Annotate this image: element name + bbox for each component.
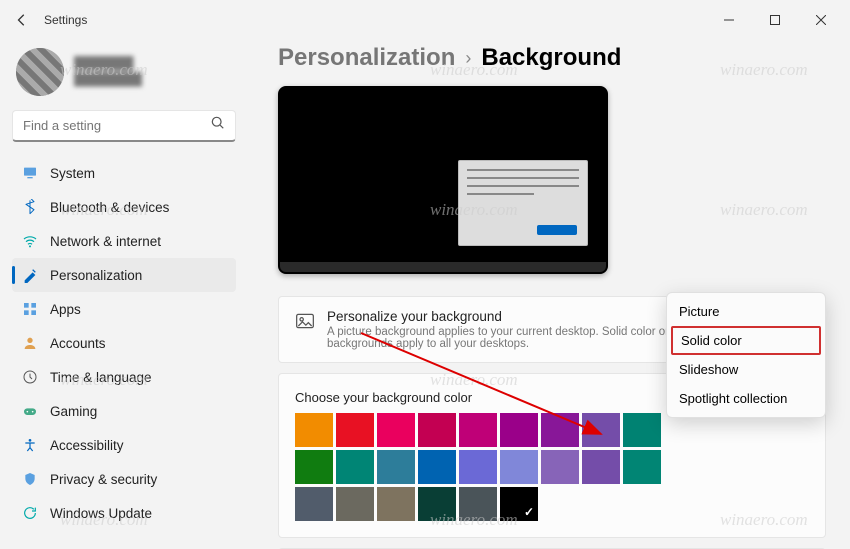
gaming-icon [22, 403, 38, 419]
color-swatch[interactable] [377, 450, 415, 484]
dropdown-item-solid-color[interactable]: Solid color [671, 326, 821, 355]
sidebar-item-label: Bluetooth & devices [50, 200, 169, 215]
app-title: Settings [44, 13, 87, 27]
apps-icon [22, 301, 38, 317]
sidebar-item-label: Windows Update [50, 506, 152, 521]
back-button[interactable] [6, 4, 38, 36]
color-swatch[interactable] [418, 487, 456, 521]
breadcrumb-parent[interactable]: Personalization [278, 44, 455, 72]
time-icon [22, 369, 38, 385]
color-swatch[interactable] [500, 413, 538, 447]
minimize-button[interactable] [706, 4, 752, 36]
sidebar-item-accounts[interactable]: Accounts [12, 326, 236, 360]
close-button[interactable] [798, 4, 844, 36]
color-swatch[interactable] [295, 487, 333, 521]
sidebar-item-label: Gaming [50, 404, 97, 419]
system-icon [22, 165, 38, 181]
sidebar-item-label: Time & language [50, 370, 152, 385]
network-icon [22, 233, 38, 249]
color-swatch[interactable] [541, 450, 579, 484]
breadcrumb-current: Background [481, 44, 621, 72]
sidebar-item-apps[interactable]: Apps [12, 292, 236, 326]
user-name-blurred: ███████████████ [74, 56, 142, 87]
sidebar-item-update[interactable]: Windows Update [12, 496, 236, 530]
color-swatch[interactable] [418, 413, 456, 447]
color-swatch[interactable] [418, 450, 456, 484]
background-type-dropdown[interactable]: PictureSolid colorSlideshowSpotlight col… [666, 292, 826, 418]
sidebar-item-time[interactable]: Time & language [12, 360, 236, 394]
accessibility-icon [22, 437, 38, 453]
color-swatch[interactable] [582, 413, 620, 447]
color-swatch[interactable] [582, 450, 620, 484]
color-swatch[interactable] [500, 450, 538, 484]
color-grid [295, 413, 809, 521]
sidebar: ███████████████ System Bluetooth & device… [0, 40, 248, 549]
color-swatch[interactable] [623, 450, 661, 484]
sidebar-item-network[interactable]: Network & internet [12, 224, 236, 258]
color-swatch[interactable] [336, 450, 374, 484]
color-swatch[interactable] [336, 413, 374, 447]
color-swatch[interactable] [295, 413, 333, 447]
avatar [16, 48, 64, 96]
color-swatch[interactable] [295, 450, 333, 484]
color-swatch[interactable] [623, 413, 661, 447]
dropdown-item-picture[interactable]: Picture [667, 297, 825, 326]
color-swatch[interactable] [336, 487, 374, 521]
search-input[interactable] [23, 118, 211, 133]
color-swatch[interactable] [459, 450, 497, 484]
sidebar-item-label: Personalization [50, 268, 142, 283]
sidebar-item-label: Apps [50, 302, 81, 317]
sidebar-item-gaming[interactable]: Gaming [12, 394, 236, 428]
update-icon [22, 505, 38, 521]
color-swatch[interactable] [459, 487, 497, 521]
color-swatch[interactable] [459, 413, 497, 447]
sidebar-item-personalization[interactable]: Personalization [12, 258, 236, 292]
preview-taskbar [280, 262, 606, 272]
search-icon [211, 116, 225, 135]
color-swatch[interactable] [541, 413, 579, 447]
accounts-icon [22, 335, 38, 351]
sidebar-item-label: Accounts [50, 336, 106, 351]
sidebar-item-label: System [50, 166, 95, 181]
dropdown-item-spotlight-collection[interactable]: Spotlight collection [667, 384, 825, 413]
privacy-icon [22, 471, 38, 487]
content-area: Personalization › Background Personalize… [248, 40, 850, 549]
sidebar-item-privacy[interactable]: Privacy & security [12, 462, 236, 496]
sidebar-item-label: Accessibility [50, 438, 124, 453]
desktop-preview [278, 86, 608, 274]
sidebar-item-label: Privacy & security [50, 472, 157, 487]
color-swatch[interactable] [500, 487, 538, 521]
sidebar-item-system[interactable]: System [12, 156, 236, 190]
picture-icon [295, 311, 315, 331]
personalization-icon [22, 267, 38, 283]
sidebar-item-bluetooth[interactable]: Bluetooth & devices [12, 190, 236, 224]
breadcrumb: Personalization › Background [278, 44, 826, 72]
chevron-right-icon: › [465, 48, 471, 69]
color-swatch[interactable] [377, 487, 415, 521]
sidebar-item-accessibility[interactable]: Accessibility [12, 428, 236, 462]
color-swatch[interactable] [377, 413, 415, 447]
search-box[interactable] [12, 110, 236, 142]
dropdown-item-slideshow[interactable]: Slideshow [667, 355, 825, 384]
user-account-row[interactable]: ███████████████ [12, 40, 236, 110]
preview-window [458, 160, 588, 246]
sidebar-item-label: Network & internet [50, 234, 161, 249]
bluetooth-icon [22, 199, 38, 215]
maximize-button[interactable] [752, 4, 798, 36]
